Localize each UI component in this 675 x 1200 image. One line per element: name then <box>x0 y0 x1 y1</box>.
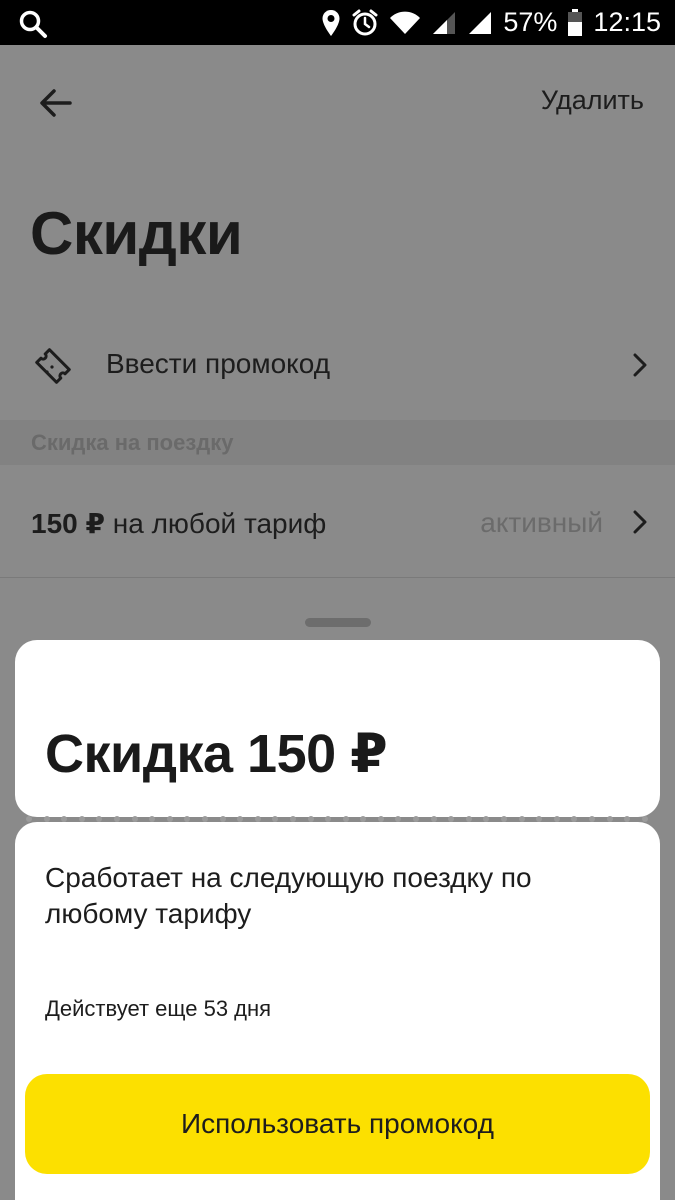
battery-percent: 57% <box>503 7 558 37</box>
coupon-header-card: Скидка 150 ₽ <box>15 640 660 817</box>
section-label: Скидка на поездку <box>31 430 234 455</box>
sheet-drag-handle[interactable] <box>305 618 371 627</box>
status-bar: 57% 12:15 <box>0 0 675 45</box>
search-icon <box>18 9 48 39</box>
coupon-validity: Действует еще 53 дня <box>45 996 272 1021</box>
page-title: Скидки <box>30 200 243 267</box>
discount-amount: 150 ₽ <box>31 508 105 539</box>
app-bar: Удалить <box>0 45 675 160</box>
battery-icon <box>567 8 583 37</box>
arrow-left-icon <box>36 89 76 127</box>
clock: 12:15 <box>593 7 661 37</box>
chevron-right-icon <box>633 510 647 534</box>
discount-label: 150 ₽ на любой тариф <box>31 507 326 540</box>
promo-code-label: Ввести промокод <box>106 348 331 379</box>
discount-item[interactable]: 150 ₽ на любой тариф активный <box>0 465 675 578</box>
discount-description: на любой тариф <box>112 508 327 539</box>
back-button[interactable] <box>36 83 76 123</box>
use-promo-code-button[interactable]: Использовать промокод <box>25 1074 650 1174</box>
section-header: Скидка на поездку <box>0 420 675 465</box>
chevron-right-icon <box>633 353 647 377</box>
signal-icon <box>467 10 493 36</box>
delete-button[interactable]: Удалить <box>541 85 644 116</box>
wifi-icon <box>389 10 421 36</box>
coupon-description: Сработает на следующую поездку по любому… <box>45 862 532 929</box>
signal-icon <box>431 10 457 36</box>
ticket-icon <box>32 345 74 387</box>
enter-promo-code-row[interactable]: Ввести промокод <box>0 317 675 413</box>
alarm-icon <box>351 9 379 37</box>
location-icon <box>321 9 341 37</box>
status-badge: активный <box>480 507 603 538</box>
coupon-title: Скидка 150 ₽ <box>45 724 388 784</box>
